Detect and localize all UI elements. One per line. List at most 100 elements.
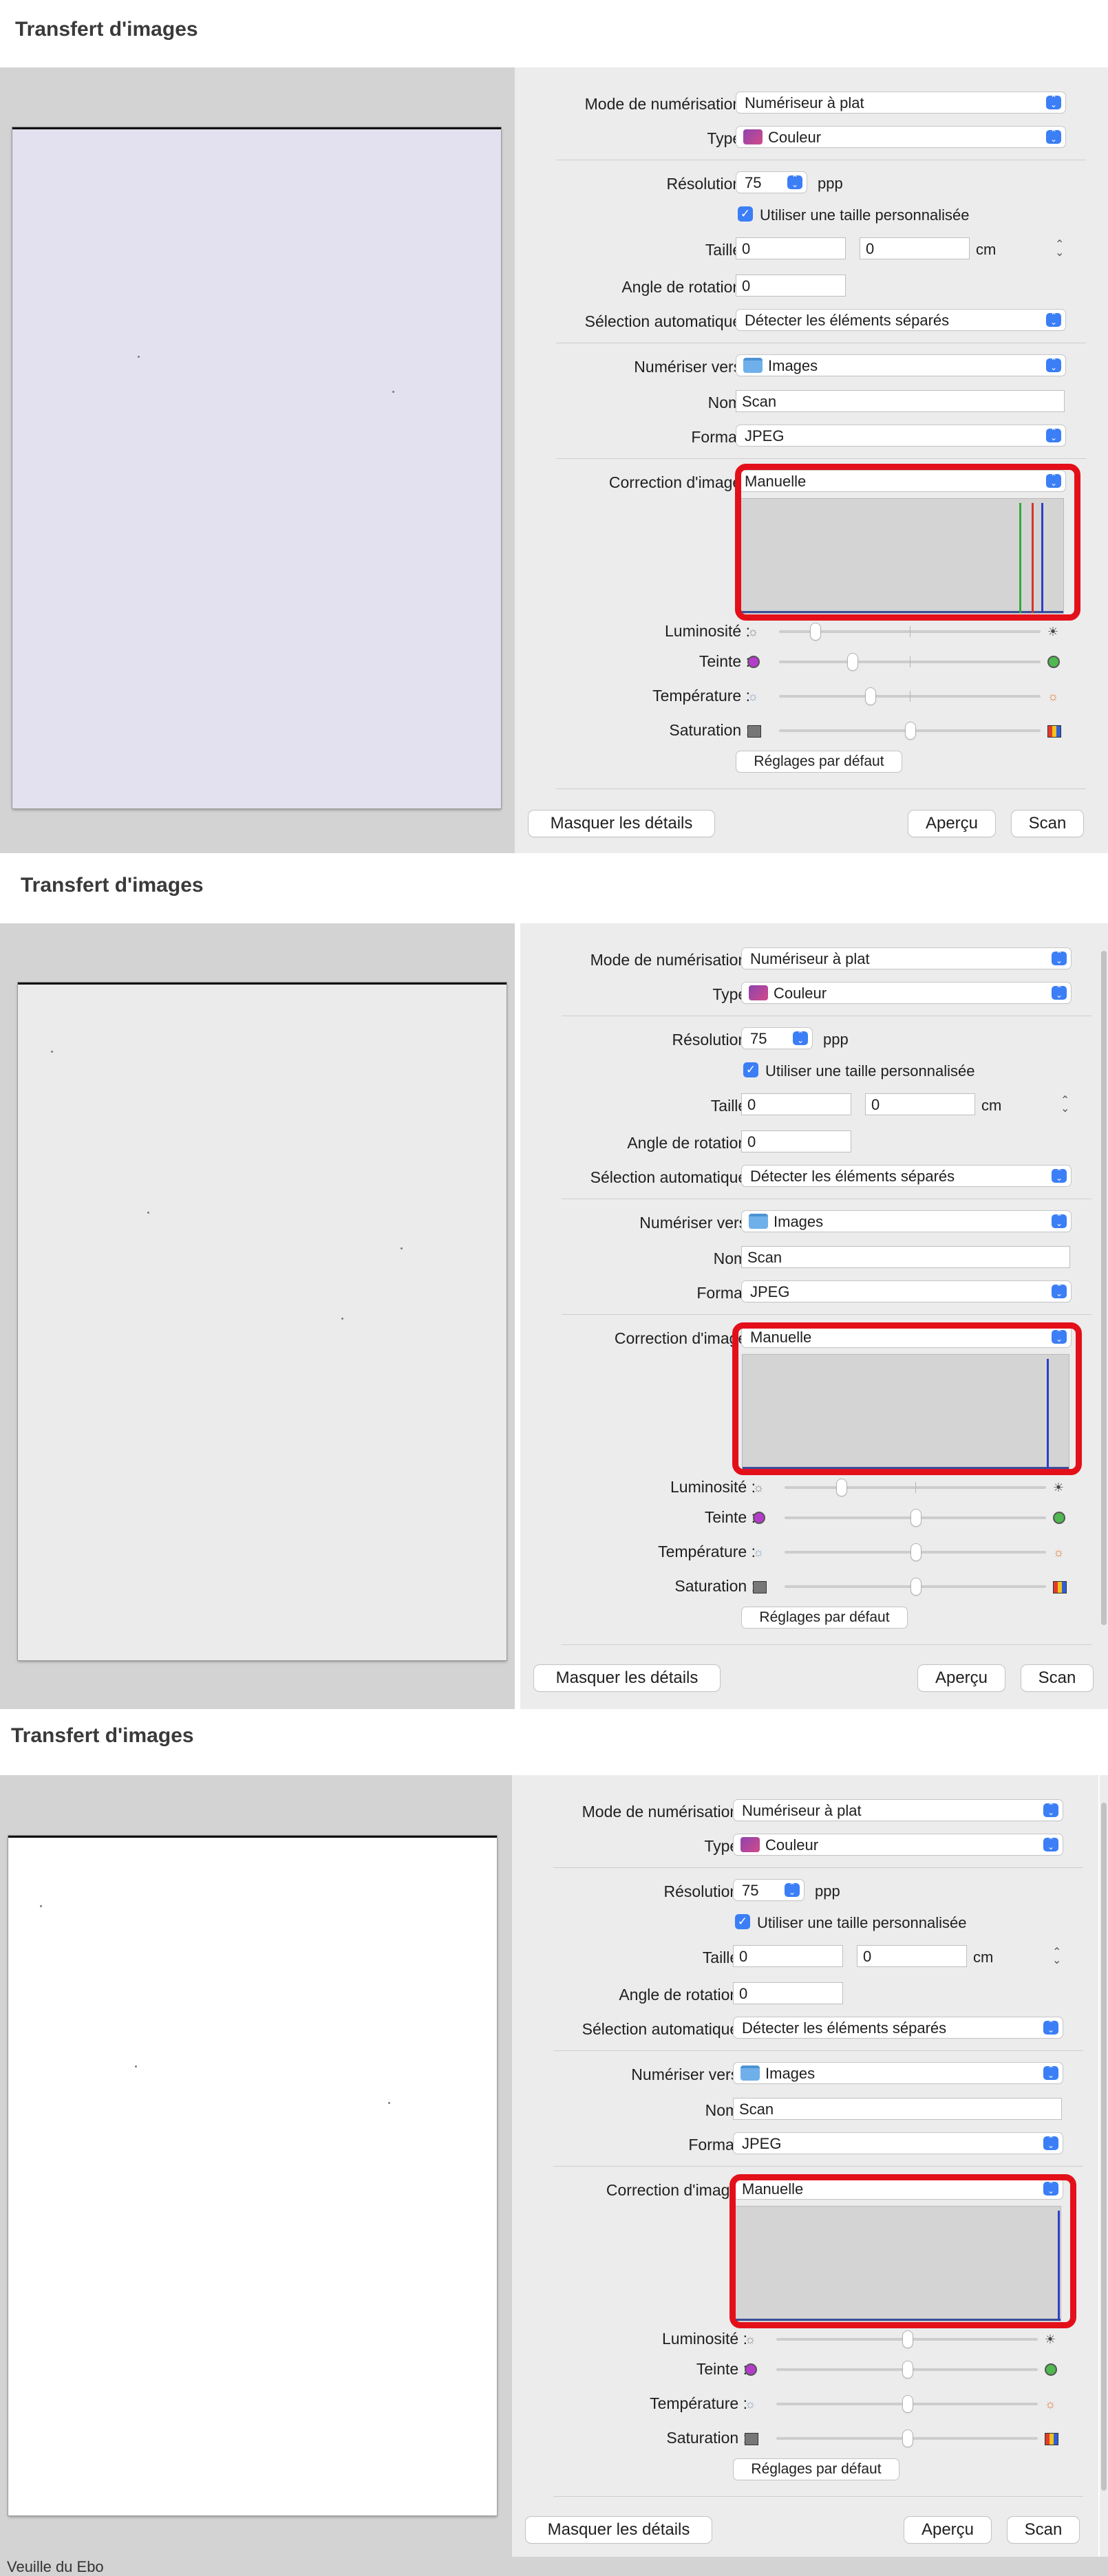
rotation-label: Angle de rotation :	[619, 1986, 747, 2004]
autoselect-select[interactable]: Détecter les éléments séparés ⌃ ⌄	[736, 310, 1065, 330]
width-field[interactable]: 0	[736, 238, 845, 259]
chevron-updown-icon: ⌃ ⌄	[793, 1030, 808, 1045]
brightness-slider[interactable]	[779, 623, 1041, 640]
tint-slider[interactable]	[779, 654, 1041, 670]
folder-icon	[741, 2065, 760, 2081]
scan-preview-area[interactable]	[0, 1775, 515, 2557]
resolution-select[interactable]: 75 ⌃ ⌄	[736, 172, 807, 193]
sun-bright-icon: ☀	[1044, 2332, 1056, 2346]
brightness-slider[interactable]	[776, 2331, 1038, 2348]
preview-button[interactable]: Aperçu	[908, 811, 995, 837]
temperature-label: Température :	[658, 1543, 756, 1560]
chevron-updown-icon: ⌃ ⌄	[787, 174, 802, 189]
type-select[interactable]: Couleur ⌃ ⌄	[742, 983, 1071, 1003]
mode-select[interactable]: Numériseur à plat ⌃ ⌄	[734, 1800, 1063, 1821]
custom-size-checkbox[interactable]: ✓	[738, 206, 753, 222]
name-field[interactable]: Scan	[742, 1247, 1069, 1267]
unit-stepper-icon[interactable]: ⌃ ⌄	[1055, 239, 1064, 259]
highlight-box	[729, 2174, 1076, 2328]
type-select[interactable]: Couleur ⌃ ⌄	[736, 127, 1065, 147]
type-select[interactable]: Couleur ⌃ ⌄	[734, 1834, 1063, 1855]
chevron-updown-icon: ⌃ ⌄	[1043, 2135, 1058, 2150]
brightness-slider[interactable]	[785, 1479, 1046, 1496]
settings-panel: Mode de numérisation : Numériseur à plat…	[520, 923, 1100, 1709]
rotation-field[interactable]: 0	[734, 1983, 842, 2004]
autoselect-select[interactable]: Détecter les éléments séparés ⌃ ⌄	[742, 1166, 1071, 1186]
scan-to-select[interactable]: Images ⌃ ⌄	[736, 355, 1065, 376]
color-swatch-icon	[1045, 2433, 1058, 2445]
chevron-updown-icon: ⌃ ⌄	[785, 1882, 800, 1897]
chevron-updown-icon: ⌃ ⌄	[1052, 1213, 1067, 1228]
format-select[interactable]: JPEG ⌃ ⌄	[736, 425, 1065, 446]
scan-to-select[interactable]: Images ⌃ ⌄	[734, 2063, 1063, 2083]
settings-panel: Mode de numérisation : Numériseur à plat…	[515, 67, 1108, 853]
sun-dim-icon: ☼	[744, 2332, 756, 2346]
temperature-slider[interactable]	[785, 1544, 1046, 1560]
name-field[interactable]: Scan	[734, 2099, 1061, 2119]
saturation-label: Saturation :	[674, 1577, 756, 1595]
grey-swatch-icon	[747, 725, 761, 738]
green-dot-icon	[1047, 656, 1060, 668]
scan-button[interactable]: Scan	[1021, 1665, 1093, 1691]
preview-button[interactable]: Aperçu	[918, 1665, 1005, 1691]
cool-sun-icon: ☼	[747, 689, 759, 703]
custom-size-checkbox[interactable]: ✓	[735, 1914, 750, 1929]
tint-slider[interactable]	[785, 1510, 1046, 1526]
cool-sun-icon: ☼	[752, 1545, 765, 1559]
reset-defaults-button[interactable]: Réglages par défaut	[736, 751, 902, 772]
format-select[interactable]: JPEG ⌃ ⌄	[734, 2133, 1063, 2154]
scanned-page-preview[interactable]	[18, 983, 507, 1660]
type-value: Couleur	[768, 129, 822, 146]
unit-stepper-icon[interactable]: ⌃ ⌄	[1061, 1095, 1069, 1115]
mode-select[interactable]: Numériseur à plat ⌃ ⌄	[736, 92, 1065, 113]
temperature-slider[interactable]	[776, 2396, 1038, 2412]
chevron-updown-icon: ⌃ ⌄	[1046, 427, 1061, 442]
reset-defaults-button[interactable]: Réglages par défaut	[734, 2459, 899, 2480]
hide-details-button[interactable]: Masquer les détails	[534, 1665, 720, 1691]
folder-icon	[743, 358, 763, 373]
scan-button[interactable]: Scan	[1012, 811, 1083, 837]
unit-stepper-icon[interactable]: ⌃ ⌄	[1052, 1947, 1061, 1966]
hide-details-button[interactable]: Masquer les détails	[526, 2517, 712, 2543]
saturation-label: Saturation :	[666, 2429, 747, 2447]
reset-defaults-button[interactable]: Réglages par défaut	[742, 1607, 907, 1628]
name-field[interactable]: Scan	[736, 391, 1064, 411]
custom-size-label: Utiliser une taille personnalisée	[765, 1062, 975, 1080]
folder-icon	[749, 1214, 768, 1229]
tint-slider[interactable]	[776, 2361, 1038, 2378]
autoselect-select[interactable]: Détecter les éléments séparés ⌃ ⌄	[734, 2017, 1063, 2038]
resolution-select[interactable]: 75 ⌃ ⌄	[734, 1880, 804, 1900]
scan-button[interactable]: Scan	[1008, 2517, 1079, 2543]
temperature-slider[interactable]	[779, 688, 1041, 705]
scan-preview-area[interactable]	[0, 67, 515, 853]
rotation-field[interactable]: 0	[736, 275, 845, 296]
scanned-page-preview[interactable]	[8, 1836, 497, 2515]
autoselect-label: Sélection automatique :	[584, 312, 750, 330]
mode-select[interactable]: Numériseur à plat ⌃ ⌄	[742, 948, 1071, 969]
scan-to-select[interactable]: Images ⌃ ⌄	[742, 1211, 1071, 1232]
resolution-select[interactable]: 75 ⌃ ⌄	[742, 1028, 812, 1049]
saturation-slider[interactable]	[779, 722, 1041, 739]
width-field[interactable]: 0	[742, 1094, 851, 1115]
height-field[interactable]: 0	[866, 1094, 974, 1115]
chevron-updown-icon: ⌃ ⌄	[1043, 1836, 1058, 1852]
height-field[interactable]: 0	[860, 238, 969, 259]
hide-details-button[interactable]: Masquer les détails	[529, 811, 714, 837]
width-field[interactable]: 0	[734, 1946, 842, 1966]
size-unit: cm	[981, 1097, 1002, 1114]
format-select[interactable]: JPEG ⌃ ⌄	[742, 1281, 1071, 1302]
preview-button[interactable]: Aperçu	[904, 2517, 991, 2543]
scrollbar[interactable]	[1100, 1775, 1108, 2557]
brightness-label: Luminosité :	[661, 2330, 747, 2348]
custom-size-checkbox[interactable]: ✓	[743, 1062, 758, 1077]
temperature-label: Température :	[650, 2394, 747, 2412]
saturation-slider[interactable]	[776, 2430, 1038, 2447]
resolution-unit: ppp	[815, 1882, 840, 1900]
scanned-page-preview[interactable]	[12, 127, 501, 808]
saturation-slider[interactable]	[785, 1578, 1046, 1595]
scrollbar[interactable]	[1100, 923, 1108, 1709]
scan-preview-area[interactable]	[0, 923, 515, 1709]
highlight-box	[735, 464, 1080, 621]
rotation-field[interactable]: 0	[742, 1131, 851, 1152]
height-field[interactable]: 0	[857, 1946, 966, 1966]
